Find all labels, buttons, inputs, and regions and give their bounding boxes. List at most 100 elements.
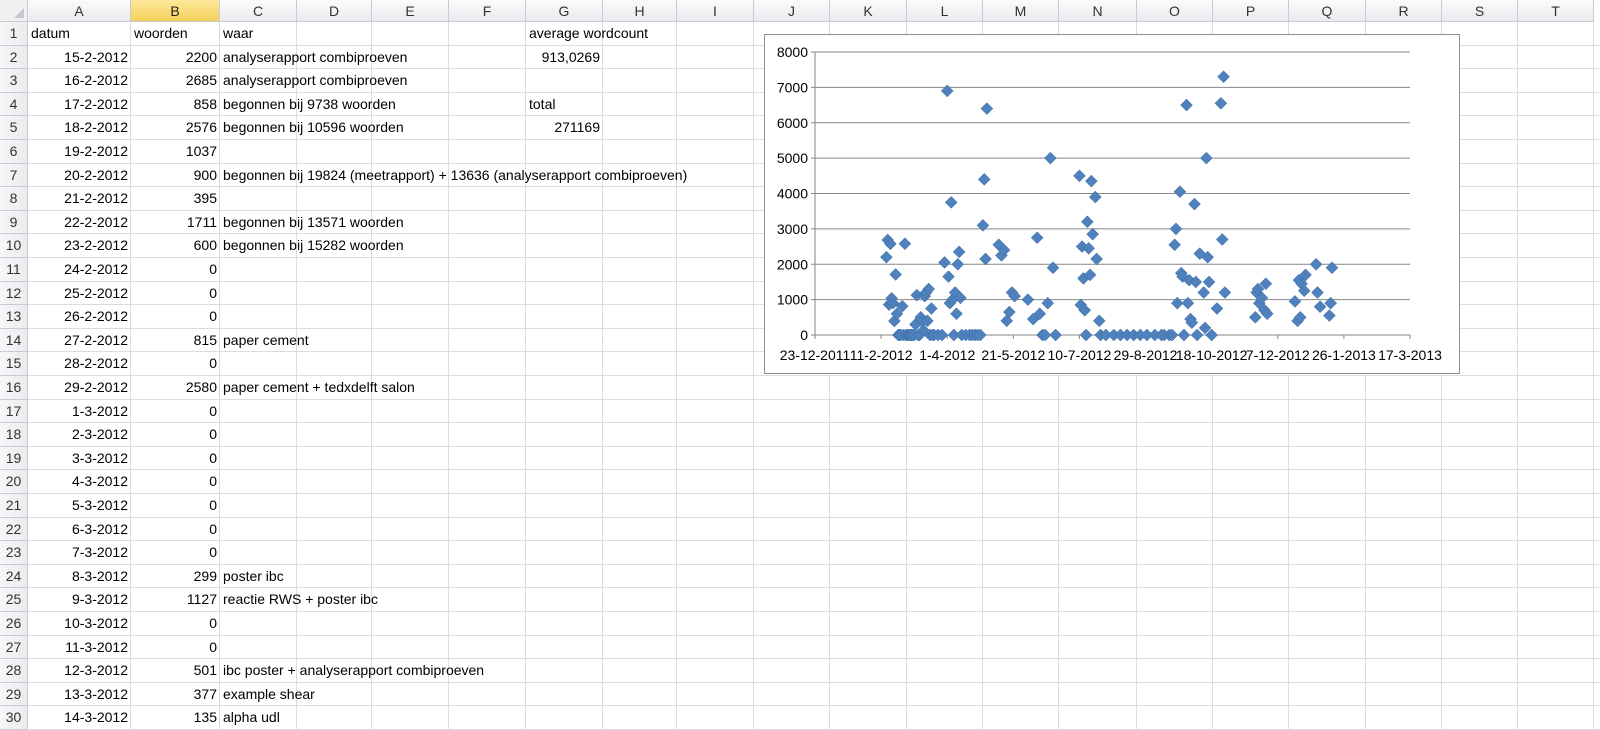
- cell-a15[interactable]: 28-2-2012: [28, 352, 131, 376]
- row-header-12[interactable]: 12: [0, 281, 28, 306]
- column-header-p[interactable]: P: [1213, 0, 1289, 22]
- column-header-c[interactable]: C: [220, 0, 297, 22]
- row-header-6[interactable]: 6: [0, 140, 28, 164]
- column-header-q[interactable]: Q: [1289, 0, 1366, 22]
- cell-b16[interactable]: 2580: [131, 376, 220, 400]
- row-header-3[interactable]: 3: [0, 69, 28, 93]
- column-header-t[interactable]: T: [1518, 0, 1594, 22]
- row-header-16[interactable]: 16: [0, 376, 28, 400]
- row-header-27[interactable]: 27: [0, 635, 28, 660]
- cell-a18[interactable]: 2-3-2012: [28, 423, 131, 447]
- cell-b23[interactable]: 0: [131, 541, 220, 565]
- cell-c10[interactable]: begonnen bij 15282 woorden: [220, 234, 407, 258]
- row-header-7[interactable]: 7: [0, 163, 28, 188]
- cell-a30[interactable]: 14-3-2012: [28, 706, 131, 730]
- cell-b7[interactable]: 900: [131, 164, 220, 188]
- cell-a25[interactable]: 9-3-2012: [28, 588, 131, 612]
- cell-a14[interactable]: 27-2-2012: [28, 329, 131, 353]
- cell-b1[interactable]: woorden: [131, 22, 191, 46]
- row-header-5[interactable]: 5: [0, 116, 28, 140]
- row-header-13[interactable]: 13: [0, 305, 28, 329]
- cell-a2[interactable]: 15-2-2012: [28, 46, 131, 70]
- cell-b27[interactable]: 0: [131, 636, 220, 660]
- row-header-14[interactable]: 14: [0, 328, 28, 353]
- cell-a27[interactable]: 11-3-2012: [28, 636, 131, 660]
- column-header-h[interactable]: H: [603, 0, 677, 22]
- cell-c1[interactable]: waar: [220, 22, 256, 46]
- row-header-30[interactable]: 30: [0, 706, 28, 730]
- column-header-s[interactable]: S: [1442, 0, 1518, 22]
- cell-a29[interactable]: 13-3-2012: [28, 683, 131, 707]
- cell-a9[interactable]: 22-2-2012: [28, 211, 131, 235]
- spreadsheet[interactable]: ABCDEFGHIJKLMNOPQRST 1 2 3 4 5 6 7 8 9 10 11 12 13 14…: [0, 0, 1600, 730]
- cell-c14[interactable]: paper cement: [220, 329, 312, 353]
- cell-c5[interactable]: begonnen bij 10596 woorden: [220, 116, 407, 140]
- column-header-m[interactable]: M: [983, 0, 1059, 22]
- cell-a20[interactable]: 4-3-2012: [28, 470, 131, 494]
- row-header-28[interactable]: 28: [0, 659, 28, 683]
- cell-c29[interactable]: example shear: [220, 683, 318, 707]
- cell-b6[interactable]: 1037: [131, 140, 220, 164]
- cell-g4[interactable]: total: [526, 93, 558, 117]
- row-header-1[interactable]: 1: [0, 22, 28, 46]
- row-header-21[interactable]: 21: [0, 494, 28, 518]
- column-header-e[interactable]: E: [372, 0, 449, 22]
- cell-c2[interactable]: analyserapport combiproeven: [220, 46, 410, 70]
- cell-c30[interactable]: alpha udl: [220, 706, 283, 730]
- cell-a1[interactable]: datum: [28, 22, 73, 46]
- cell-b15[interactable]: 0: [131, 352, 220, 376]
- cell-c3[interactable]: analyserapport combiproeven: [220, 69, 410, 93]
- cell-c28[interactable]: ibc poster + analyserapport combiproeven: [220, 659, 487, 683]
- row-header-11[interactable]: 11: [0, 258, 28, 282]
- cell-b20[interactable]: 0: [131, 470, 220, 494]
- cell-a5[interactable]: 18-2-2012: [28, 116, 131, 140]
- cell-g5[interactable]: 271169: [526, 116, 603, 140]
- row-header-10[interactable]: 10: [0, 234, 28, 258]
- cell-a21[interactable]: 5-3-2012: [28, 494, 131, 518]
- cell-b13[interactable]: 0: [131, 305, 220, 329]
- row-header-24[interactable]: 24: [0, 564, 28, 589]
- cell-c24[interactable]: poster ibc: [220, 565, 287, 589]
- column-header-j[interactable]: J: [754, 0, 830, 22]
- cell-a3[interactable]: 16-2-2012: [28, 69, 131, 93]
- row-header-9[interactable]: 9: [0, 210, 28, 235]
- cell-a17[interactable]: 1-3-2012: [28, 400, 131, 424]
- cell-a16[interactable]: 29-2-2012: [28, 376, 131, 400]
- cell-b25[interactable]: 1127: [131, 588, 220, 612]
- cell-b4[interactable]: 858: [131, 93, 220, 117]
- row-header-2[interactable]: 2: [0, 45, 28, 70]
- column-header-b[interactable]: B: [131, 0, 220, 22]
- cell-b10[interactable]: 600: [131, 234, 220, 258]
- cell-b9[interactable]: 1711: [131, 211, 220, 235]
- row-header-29[interactable]: 29: [0, 682, 28, 707]
- row-header-17[interactable]: 17: [0, 399, 28, 424]
- cell-b5[interactable]: 2576: [131, 116, 220, 140]
- cell-b2[interactable]: 2200: [131, 46, 220, 70]
- row-header-18[interactable]: 18: [0, 423, 28, 447]
- column-header-r[interactable]: R: [1366, 0, 1442, 22]
- column-header-n[interactable]: N: [1059, 0, 1137, 22]
- cell-c7[interactable]: begonnen bij 19824 (meetrapport) + 13636…: [220, 164, 690, 188]
- cell-a11[interactable]: 24-2-2012: [28, 258, 131, 282]
- cell-a12[interactable]: 25-2-2012: [28, 282, 131, 306]
- cell-a26[interactable]: 10-3-2012: [28, 612, 131, 636]
- cell-a23[interactable]: 7-3-2012: [28, 541, 131, 565]
- column-header-i[interactable]: I: [677, 0, 754, 22]
- cell-c16[interactable]: paper cement + tedxdelft salon: [220, 376, 418, 400]
- cell-b24[interactable]: 299: [131, 565, 220, 589]
- cell-b3[interactable]: 2685: [131, 69, 220, 93]
- cell-g2[interactable]: 913,0269: [526, 46, 603, 70]
- row-header-4[interactable]: 4: [0, 92, 28, 117]
- cell-b26[interactable]: 0: [131, 612, 220, 636]
- cell-c9[interactable]: begonnen bij 13571 woorden: [220, 211, 407, 235]
- cell-b28[interactable]: 501: [131, 659, 220, 683]
- row-header-26[interactable]: 26: [0, 612, 28, 636]
- row-header-23[interactable]: 23: [0, 541, 28, 565]
- cell-b21[interactable]: 0: [131, 494, 220, 518]
- cell-b29[interactable]: 377: [131, 683, 220, 707]
- cell-b30[interactable]: 135: [131, 706, 220, 730]
- cell-a22[interactable]: 6-3-2012: [28, 518, 131, 542]
- select-all-corner[interactable]: [0, 0, 28, 22]
- column-header-d[interactable]: D: [297, 0, 372, 22]
- cell-a6[interactable]: 19-2-2012: [28, 140, 131, 164]
